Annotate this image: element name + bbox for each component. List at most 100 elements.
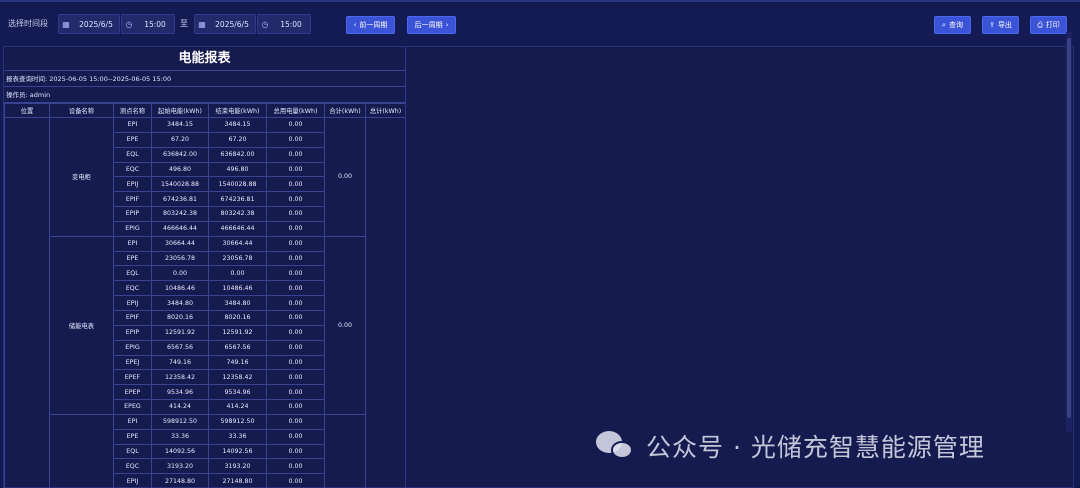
usage-cell: 0.00	[266, 324, 325, 341]
to-label: 至	[180, 19, 188, 28]
end-energy-cell: 14092.56	[208, 443, 267, 460]
start-energy-cell: 674236.81	[151, 191, 209, 208]
start-energy-cell: 3484.15	[151, 117, 209, 133]
col-header: 总用电量(kWh)	[266, 103, 325, 118]
start-energy-cell: 496.80	[151, 161, 209, 178]
end-energy-cell: 1540028.88	[208, 176, 267, 193]
start-energy-cell: 636842.00	[151, 146, 209, 163]
end-energy-cell: 803242.38	[208, 206, 267, 222]
report-title: 电能报表	[4, 47, 405, 71]
usage-cell: 0.00	[266, 339, 325, 356]
usage-cell: 0.00	[266, 220, 325, 237]
toolbar: 选择时间段 ▦ 2025/6/5 ◷ 15:00 至 ▦ 2025/6/5 ◷ …	[0, 0, 1080, 44]
subtotal-cell: 0.00	[324, 117, 366, 237]
point-name-cell: EPE	[113, 428, 152, 445]
print-button[interactable]: ⎙ 打印	[1030, 16, 1067, 34]
point-name-cell: EPEG	[113, 399, 152, 415]
point-name-cell: EQC	[113, 161, 152, 178]
end-energy-cell: 12358.42	[208, 369, 267, 386]
point-name-cell: EPIP	[113, 206, 152, 222]
device-name-cell: 变电柜	[49, 117, 114, 237]
usage-cell: 0.00	[266, 295, 325, 311]
usage-cell: 0.00	[266, 235, 325, 252]
point-name-cell: EPEJ	[113, 354, 152, 371]
calendar-icon: ▦	[62, 19, 70, 29]
point-name-cell: EPE	[113, 131, 152, 148]
point-name-cell: EQL	[113, 146, 152, 163]
vertical-scrollbar[interactable]	[1066, 32, 1072, 432]
table-row: EPI 598912.50 598912.50 0.00	[5, 413, 406, 488]
end-energy-cell: 414.24	[208, 399, 267, 415]
end-energy-cell: 496.80	[208, 161, 267, 178]
start-energy-cell: 30664.44	[151, 235, 209, 252]
start-energy-cell: 414.24	[151, 399, 209, 415]
start-energy-cell: 9534.96	[151, 384, 209, 401]
point-name-cell: EPIG	[113, 220, 152, 237]
point-name-cell: EPIG	[113, 339, 152, 356]
col-header: 位置	[4, 103, 50, 118]
end-energy-cell: 749.16	[208, 354, 267, 371]
usage-cell: 0.00	[266, 250, 325, 267]
start-energy-cell: 12358.42	[151, 369, 209, 386]
report-operator: 操作员: admin	[4, 87, 405, 103]
location-cell	[4, 116, 50, 488]
end-time-picker[interactable]: ◷ 15:00	[257, 14, 311, 34]
clock-icon: ◷	[125, 19, 133, 29]
usage-cell: 0.00	[266, 473, 325, 488]
end-energy-cell: 27148.80	[208, 473, 267, 488]
end-energy-cell: 3484.80	[208, 295, 267, 311]
usage-cell: 0.00	[266, 443, 325, 460]
usage-cell: 0.00	[266, 161, 325, 178]
end-energy-cell: 636842.00	[208, 146, 267, 163]
prev-period-button[interactable]: ‹ 前一周期	[346, 16, 395, 34]
export-icon: ⇪	[989, 21, 995, 29]
point-name-cell: EPIP	[113, 324, 152, 341]
start-energy-cell: 23056.78	[151, 250, 209, 267]
point-name-cell: EQL	[113, 443, 152, 460]
usage-cell: 0.00	[266, 384, 325, 401]
start-energy-cell: 8020.16	[151, 309, 209, 326]
end-energy-cell: 9534.96	[208, 384, 267, 401]
point-name-cell: EPIJ	[113, 473, 152, 488]
end-date-picker[interactable]: ▦ 2025/6/5	[194, 14, 256, 34]
start-energy-cell: 12591.92	[151, 324, 209, 341]
usage-cell: 0.00	[266, 309, 325, 326]
usage-cell: 0.00	[266, 265, 325, 282]
end-energy-cell: 30664.44	[208, 235, 267, 252]
usage-cell: 0.00	[266, 354, 325, 371]
point-name-cell: EPIF	[113, 191, 152, 208]
col-header: 测点名称	[113, 103, 152, 118]
point-name-cell: EQC	[113, 280, 152, 297]
next-period-button[interactable]: 后一周期 ›	[407, 16, 456, 34]
point-name-cell: EPI	[113, 117, 152, 133]
point-name-cell: EPIF	[113, 309, 152, 326]
start-time-picker[interactable]: ◷ 15:00	[121, 14, 175, 34]
device-name-cell	[49, 413, 114, 488]
table-row: 储能电表 EPI 30664.44 30664.44 0.00 0.00	[5, 235, 406, 415]
start-energy-cell: 33.36	[151, 428, 209, 445]
device-name-cell: 储能电表	[49, 235, 114, 415]
usage-cell: 0.00	[266, 369, 325, 386]
energy-report: 电能报表 报表查询时间: 2025-06-05 15:00--2025-06-0…	[4, 47, 406, 488]
end-energy-cell: 8020.16	[208, 309, 267, 326]
point-name-cell: EPI	[113, 235, 152, 252]
end-energy-cell: 3484.15	[208, 117, 267, 133]
col-header: 合计(kWh)	[324, 103, 366, 118]
start-date-picker[interactable]: ▦ 2025/6/5	[58, 14, 120, 34]
scrollbar-thumb[interactable]	[1067, 38, 1071, 418]
usage-cell: 0.00	[266, 399, 325, 415]
export-button[interactable]: ⇪ 导出	[982, 16, 1019, 34]
point-name-cell: EQC	[113, 458, 152, 475]
start-energy-cell: 14092.56	[151, 443, 209, 460]
col-header: 起始电能(kWh)	[151, 103, 209, 118]
usage-cell: 0.00	[266, 280, 325, 297]
usage-cell: 0.00	[266, 117, 325, 133]
col-header: 总计(kWh)	[365, 103, 405, 118]
start-energy-cell: 466646.44	[151, 220, 209, 237]
table-row: 变电柜 EPI 3484.15 3484.15 0.00 0.00	[4, 116, 405, 488]
start-energy-cell: 6567.56	[151, 339, 209, 356]
end-energy-cell: 598912.50	[208, 413, 267, 430]
watermark-text: 公众号 · 光储充智慧能源管理	[646, 433, 985, 462]
query-button[interactable]: ⌕ 查询	[934, 16, 971, 34]
watermark: 公众号 · 光储充智慧能源管理	[596, 426, 985, 466]
